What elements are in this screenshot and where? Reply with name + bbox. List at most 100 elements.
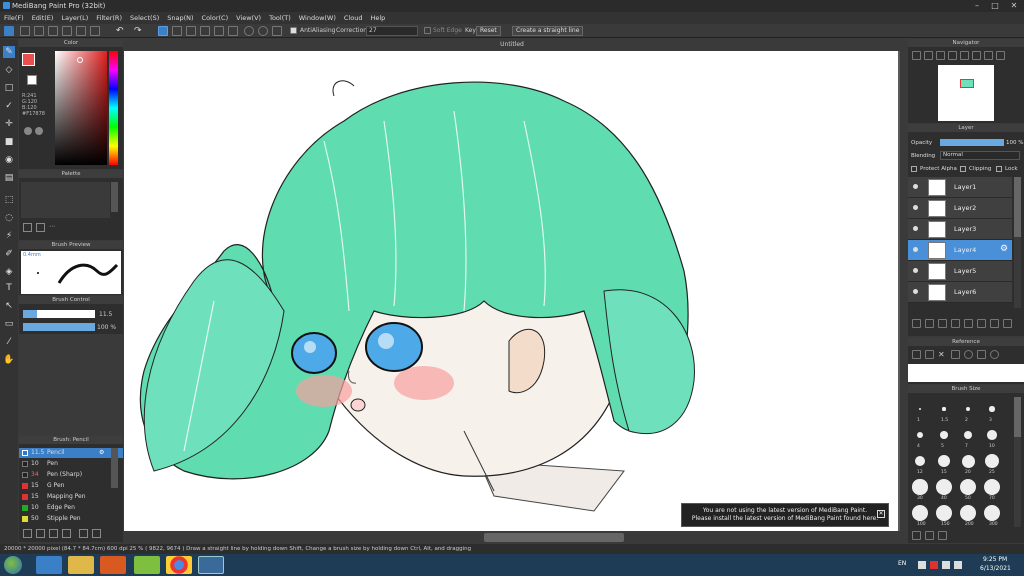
brush-item-stipple-pen[interactable]: 50 Stipple Pen	[19, 514, 123, 524]
delete-layer-icon[interactable]	[1003, 319, 1012, 328]
reference-fit-icon[interactable]	[977, 350, 986, 359]
brush-size-dot[interactable]	[960, 505, 976, 521]
close-notice-icon[interactable]: ✕	[877, 510, 885, 518]
brush-item-pencil[interactable]: 11.5 Pencil ⚙	[19, 448, 123, 458]
brush-settings-icon[interactable]: ⚙	[99, 448, 104, 458]
brush-size-dot[interactable]	[989, 406, 995, 412]
palette-menu-icon[interactable]: ⋯	[49, 223, 58, 232]
antialiasing-checkbox[interactable]	[290, 27, 297, 34]
new-halftone-layer-icon[interactable]	[925, 319, 934, 328]
app-icon-green[interactable]	[134, 556, 160, 574]
print-icon[interactable]	[90, 26, 100, 36]
brush-item-edge-pen[interactable]: 10 Edge Pen	[19, 503, 123, 513]
clipping-checkbox[interactable]	[960, 166, 966, 172]
brush-size-dot[interactable]	[984, 505, 1000, 521]
menu-layer[interactable]: Layer(L)	[57, 14, 92, 22]
protect-alpha-checkbox[interactable]	[911, 166, 917, 172]
media-app-icon[interactable]	[100, 556, 126, 574]
eraser-tool-icon[interactable]: ◇	[3, 64, 15, 76]
brush-size-dot[interactable]	[965, 406, 971, 412]
new-8bit-layer-icon[interactable]	[938, 319, 947, 328]
undo-icon[interactable]: ↶	[116, 26, 126, 36]
lasso-tool-icon[interactable]: ◌	[3, 212, 15, 224]
shape-tool-icon[interactable]: □	[3, 82, 15, 94]
curve-snap-icon[interactable]	[244, 26, 254, 36]
fit-icon[interactable]	[936, 51, 945, 60]
rotate-left-icon[interactable]	[960, 51, 969, 60]
bucket-tool-icon[interactable]: ◉	[3, 154, 15, 166]
hue-slider[interactable]	[109, 51, 118, 165]
actual-size-icon[interactable]	[948, 51, 957, 60]
brush-size-dot[interactable]	[987, 430, 997, 440]
snap-off-icon[interactable]	[158, 26, 168, 36]
reference-import-icon[interactable]	[912, 350, 921, 359]
vanishing-snap-icon[interactable]	[200, 26, 210, 36]
gradient-tool-icon[interactable]: ▤	[3, 172, 15, 184]
layer-settings-icon[interactable]: ⚙	[1000, 244, 1008, 254]
close-icon[interactable]: ✕	[1005, 0, 1023, 12]
brush-up-icon[interactable]	[79, 529, 88, 538]
brush-item-pen[interactable]: 10 Pen	[19, 459, 123, 469]
update-notice[interactable]: You are not using the latest version of …	[681, 503, 889, 527]
menu-tool[interactable]: Tool(T)	[265, 14, 295, 22]
horizontal-scroll-thumb[interactable]	[484, 533, 624, 542]
saturation-value-square[interactable]	[55, 51, 107, 165]
new-file-icon[interactable]	[20, 26, 30, 36]
language-indicator[interactable]: EN	[898, 560, 906, 567]
circle-snap-icon[interactable]	[228, 26, 238, 36]
reference-eyedropper-icon[interactable]	[951, 350, 960, 359]
palette-scrollbar[interactable]	[111, 182, 118, 212]
layer-row[interactable]: Layer1	[908, 177, 1012, 198]
menu-window[interactable]: Window(W)	[295, 14, 340, 22]
brush-size-dot[interactable]	[984, 479, 1000, 495]
new-1bit-layer-icon[interactable]	[951, 319, 960, 328]
snap-settings-icon[interactable]	[272, 26, 282, 36]
new-layer-icon[interactable]	[912, 319, 921, 328]
palette-swatches[interactable]	[21, 182, 110, 218]
brush-size-delete-icon[interactable]	[925, 531, 934, 540]
brush-size-dot[interactable]	[940, 431, 948, 439]
visibility-icon[interactable]	[913, 247, 918, 252]
correction-select[interactable]: 27	[366, 26, 418, 36]
reference-zoom-in-icon[interactable]	[964, 350, 973, 359]
folder-icon[interactable]	[977, 319, 986, 328]
layer-row[interactable]: Layer2	[908, 198, 1012, 219]
export-icon[interactable]	[76, 26, 86, 36]
visibility-icon[interactable]	[913, 205, 918, 210]
layer-row[interactable]: Layer5	[908, 261, 1012, 282]
volume-icon[interactable]	[954, 561, 962, 569]
brush-size-dot[interactable]	[912, 505, 928, 521]
navigator-viewport[interactable]	[960, 79, 974, 88]
soft-edge-checkbox[interactable]	[424, 27, 431, 34]
visibility-icon[interactable]	[913, 289, 918, 294]
brush-size-add-icon[interactable]	[912, 531, 921, 540]
menu-color[interactable]: Color(C)	[198, 14, 233, 22]
brush-opacity-slider[interactable]	[23, 323, 95, 331]
brush-size-slider[interactable]	[23, 310, 95, 318]
select-eraser-icon[interactable]: ◈	[3, 266, 15, 278]
layer-scrollbar[interactable]	[1014, 177, 1021, 308]
text-tool-icon[interactable]: T	[3, 282, 15, 294]
brush-size-dot[interactable]	[984, 453, 1000, 469]
visibility-icon[interactable]	[913, 226, 918, 231]
brush-delete-icon[interactable]	[49, 529, 58, 538]
menu-filter[interactable]: Filter(R)	[92, 14, 126, 22]
navigator-thumbnail[interactable]	[938, 65, 994, 121]
brush-size-scroll-thumb[interactable]	[1014, 397, 1021, 437]
brush-item-pen-sharp[interactable]: 34 Pen (Sharp)	[19, 470, 123, 480]
brush-size-dot[interactable]	[961, 454, 975, 468]
brush-size-dot[interactable]	[963, 430, 973, 440]
explorer-app-icon[interactable]	[68, 556, 94, 574]
merge-layer-icon[interactable]	[990, 319, 999, 328]
brush-item-mapping-pen[interactable]: 15 Mapping Pen	[19, 492, 123, 502]
brush-size-dot[interactable]	[942, 407, 946, 411]
palette-add-icon[interactable]	[23, 223, 32, 232]
reference-zoom-out-icon[interactable]	[990, 350, 999, 359]
ie-app-icon[interactable]	[36, 556, 62, 574]
fill-rect-icon[interactable]: ■	[3, 136, 15, 148]
brush-add-icon[interactable]	[23, 529, 32, 538]
brush-size-dot[interactable]	[912, 479, 928, 495]
layer-scroll-thumb[interactable]	[1014, 177, 1021, 237]
brush-item-g-pen[interactable]: 15 G Pen	[19, 481, 123, 491]
select-pen-icon[interactable]: ✐	[3, 248, 15, 260]
